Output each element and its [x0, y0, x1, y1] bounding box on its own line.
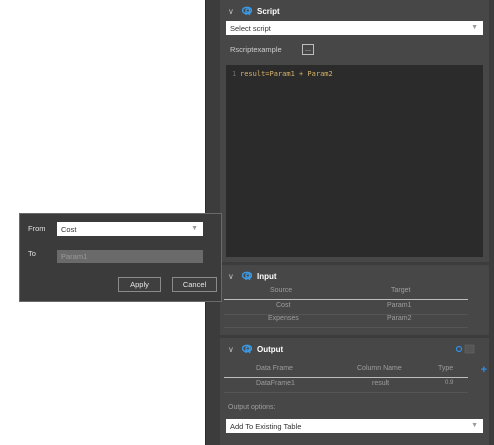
row-source: Expenses: [268, 315, 299, 322]
script-select-value: Select script: [230, 23, 271, 33]
to-field-value: Param1: [61, 252, 88, 261]
column-header-source: Source: [270, 287, 293, 294]
row-type: 0.9: [445, 380, 454, 386]
rscript-label: Rscriptexample: [230, 45, 282, 54]
output-table-header: Data Frame Column Name Type: [224, 365, 468, 375]
output-section: ∨ Output Data Frame Column Name Type + D…: [220, 338, 489, 445]
properties-panel: ∨ Script Select script ▼ Rscriptexample …: [205, 0, 494, 445]
row-target: Param2: [387, 315, 412, 322]
header-divider: [224, 299, 468, 300]
script-select[interactable]: Select script ▼: [226, 21, 483, 35]
caret-down-icon: ▼: [191, 225, 198, 232]
code-line[interactable]: result=Param1 + Param2: [240, 70, 333, 78]
code-editor[interactable]: 1 result=Param1 + Param2: [226, 65, 483, 257]
row-source: Cost: [276, 302, 291, 309]
browse-script-button[interactable]: ...: [302, 44, 314, 55]
script-section-header[interactable]: ∨ Script: [228, 4, 280, 18]
from-select[interactable]: Cost ▼: [57, 222, 203, 236]
output-options-value: Add To Existing Table: [230, 421, 302, 431]
r-logo-icon: [242, 6, 252, 16]
row-target: Param1: [387, 302, 412, 309]
input-section-title: Input: [257, 271, 277, 281]
output-options-select[interactable]: Add To Existing Table ▼: [226, 419, 483, 433]
table-row[interactable]: DataFrame1 result 0.9: [224, 380, 468, 393]
chevron-down-icon[interactable]: ∨: [228, 345, 238, 354]
from-select-value: Cost: [61, 224, 77, 234]
column-header-target: Target: [391, 287, 411, 294]
chevron-down-icon[interactable]: ∨: [228, 272, 238, 281]
table-row[interactable]: Expenses Param2: [224, 315, 468, 328]
row-column-name: result: [372, 380, 390, 387]
line-number: 1: [232, 70, 237, 78]
plus-icon[interactable]: +: [481, 364, 487, 376]
caret-down-icon: ▼: [471, 422, 478, 429]
r-logo-icon: [242, 344, 252, 354]
mapping-dialog: From Cost ▼ To Param1 Apply Cancel: [19, 213, 222, 302]
input-section: ∨ Input Source Target Cost Param1 Expens…: [220, 265, 489, 335]
to-label: To: [28, 249, 36, 258]
to-field: Param1: [57, 250, 203, 263]
table-row[interactable]: Cost Param1: [224, 302, 468, 315]
column-header-type: Type: [438, 365, 454, 372]
script-section-title: Script: [257, 6, 280, 16]
output-section-title: Output: [257, 344, 284, 354]
from-label: From: [28, 224, 46, 233]
header-divider: [224, 377, 468, 378]
input-table-header: Source Target: [224, 287, 468, 297]
settings-icon[interactable]: [455, 344, 475, 354]
output-options-label: Output options:: [228, 404, 276, 411]
apply-button[interactable]: Apply: [118, 277, 161, 292]
column-header-column-name: Column Name: [357, 365, 402, 372]
chevron-down-icon[interactable]: ∨: [228, 7, 238, 16]
caret-down-icon: ▼: [471, 24, 478, 31]
input-section-header[interactable]: ∨ Input: [228, 269, 277, 283]
script-section: ∨ Script Select script ▼ Rscriptexample …: [220, 0, 489, 262]
row-data-frame: DataFrame1: [256, 380, 295, 387]
r-logo-icon: [242, 271, 252, 281]
column-header-data-frame: Data Frame: [256, 365, 293, 372]
cancel-button[interactable]: Cancel: [172, 277, 217, 292]
output-section-header[interactable]: ∨ Output: [228, 342, 283, 356]
